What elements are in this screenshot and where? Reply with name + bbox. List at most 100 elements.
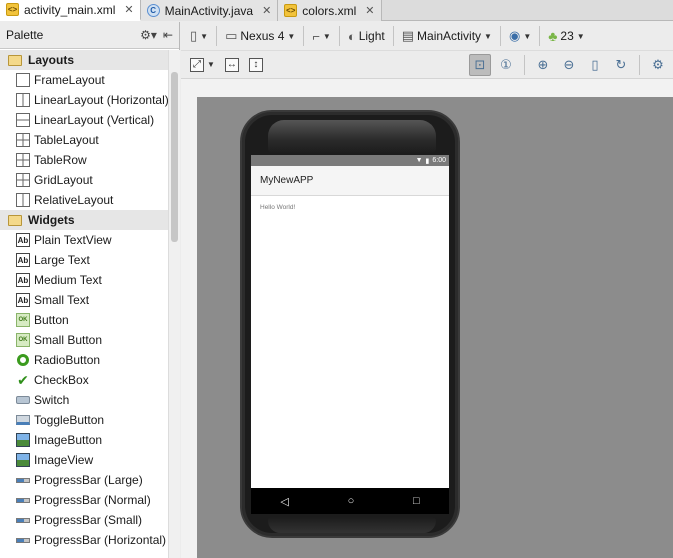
palette-item-linearlayout-horizontal[interactable]: LinearLayout (Horizontal) (0, 90, 168, 110)
item-label: ImageButton (34, 433, 103, 447)
wifi-icon: ▼ (415, 157, 423, 164)
tab-label: MainActivity.java (164, 3, 254, 18)
palette-item-togglebutton[interactable]: ToggleButton (0, 410, 168, 430)
palette-item-radiobutton[interactable]: RadioButton (0, 350, 168, 370)
item-label: Medium Text (34, 273, 102, 287)
text-view-icon: Ab (16, 253, 30, 267)
tab-mainactivity-java[interactable]: C MainActivity.java ✕ (140, 0, 279, 21)
item-label: FrameLayout (34, 73, 105, 87)
tab-activity-main-xml[interactable]: <> activity_main.xml ✕ (0, 0, 141, 21)
image-view-icon (16, 453, 30, 467)
theme-selector[interactable]: ◐ Light (343, 25, 390, 47)
palette-item-tablelayout[interactable]: TableLayout (0, 130, 168, 150)
grid-layout-icon (16, 173, 30, 187)
item-label: Small Text (34, 293, 90, 307)
group-label: Widgets (28, 213, 75, 227)
back-icon[interactable]: ◁ (280, 495, 288, 508)
gear-icon[interactable]: ⚙ (647, 54, 669, 76)
palette-item-switch[interactable]: Switch (0, 390, 168, 410)
expand-icon: ⤢ (190, 57, 204, 72)
fill-width-button[interactable]: ↔ (220, 54, 244, 76)
palette-panel: Palette ⚙▾ ⇤ Layouts FrameLayout LinearL… (0, 22, 180, 558)
item-label: CheckBox (34, 373, 89, 387)
item-label: RadioButton (34, 353, 101, 367)
palette-scrollbar[interactable] (168, 50, 180, 558)
chevron-down-icon: ▼ (523, 31, 532, 41)
close-icon[interactable]: ✕ (124, 3, 133, 16)
chevron-down-icon: ▼ (322, 31, 331, 41)
zoom-in-icon[interactable]: ⊕ (532, 54, 554, 76)
gear-icon[interactable]: ⚙▾ (140, 28, 157, 42)
zoom-out-icon[interactable]: ⊖ (558, 54, 580, 76)
table-layout-icon (16, 133, 30, 147)
palette-item-linearlayout-vertical[interactable]: LinearLayout (Vertical) (0, 110, 168, 130)
vertical-arrows-icon: ↕ (248, 57, 263, 72)
item-label: TableRow (34, 153, 87, 167)
progress-bar-icon (16, 493, 30, 507)
palette-item-plain-textview[interactable]: Ab Plain TextView (0, 230, 168, 250)
toggle-button-icon (16, 413, 30, 427)
editor-tab-bar: <> activity_main.xml ✕ C MainActivity.ja… (0, 0, 673, 21)
palette-item-progressbar-small[interactable]: ProgressBar (Small) (0, 510, 168, 530)
palette-item-progressbar-horizontal[interactable]: ProgressBar (Horizontal) (0, 530, 168, 550)
recents-icon[interactable]: □ (413, 495, 420, 507)
zoom-to-fit-icon[interactable]: ⊡ (469, 54, 491, 76)
palette-group-layouts[interactable]: Layouts (0, 50, 168, 70)
actual-size-icon[interactable]: ① (495, 54, 517, 76)
hello-world-textview[interactable]: Hello World! (251, 196, 449, 219)
hide-panel-icon[interactable]: ⇤ (163, 28, 173, 42)
screenshot-icon[interactable]: ▯ (584, 54, 606, 76)
palette-group-widgets[interactable]: Widgets (0, 210, 168, 230)
resize-selector[interactable]: ⤢ ▼ (185, 54, 220, 76)
group-label: Layouts (28, 53, 75, 67)
orientation-selector[interactable]: ⌐ ▼ (307, 25, 336, 47)
tab-colors-xml[interactable]: <> colors.xml ✕ (278, 0, 382, 21)
activity-selector[interactable]: ▤ MainActivity ▼ (397, 25, 497, 47)
xml-file-icon: <> (284, 4, 298, 17)
device-icon: ▭ (225, 28, 238, 43)
locale-selector[interactable]: ◉ ▼ (504, 25, 536, 47)
refresh-icon[interactable]: ↻ (610, 54, 632, 76)
layout-file-selector[interactable]: ▯ ▼ (185, 25, 213, 47)
chevron-down-icon: ▼ (207, 60, 215, 69)
palette-item-gridlayout[interactable]: GridLayout (0, 170, 168, 190)
palette-item-imagebutton[interactable]: ImageButton (0, 430, 168, 450)
canvas-toolbar: ⤢ ▼ ↔ ↕ ⊡ ① ⊕ ⊖ ▯ ↻ ⚙ (181, 51, 673, 79)
home-icon[interactable]: ○ (348, 495, 355, 507)
tab-label: activity_main.xml (24, 2, 116, 17)
palette-item-button[interactable]: OK Button (0, 310, 168, 330)
item-label: LinearLayout (Horizontal) (34, 93, 168, 107)
device-screen[interactable]: ▼ ▮ 6:00 MyNewAPP Hello World! (251, 155, 449, 488)
item-label: RelativeLayout (34, 193, 114, 207)
item-label: Large Text (34, 253, 90, 267)
item-label: ProgressBar (Horizontal) (34, 533, 167, 547)
canvas-ruler-left (181, 97, 197, 558)
palette-item-small-text[interactable]: Ab Small Text (0, 290, 168, 310)
close-icon[interactable]: ✕ (365, 4, 374, 17)
palette-scroll-thumb[interactable] (171, 72, 178, 242)
item-label: ProgressBar (Normal) (34, 493, 151, 507)
fill-height-button[interactable]: ↕ (244, 54, 268, 76)
device-label: Nexus 4 (240, 29, 285, 43)
rotate-device-icon: ⌐ (312, 28, 320, 44)
palette-item-framelayout[interactable]: FrameLayout (0, 70, 168, 90)
palette-item-progressbar-normal[interactable]: ProgressBar (Normal) (0, 490, 168, 510)
palette-item-imageview[interactable]: ImageView (0, 450, 168, 470)
palette-item-progressbar-large[interactable]: ProgressBar (Large) (0, 470, 168, 490)
device-frame: ▼ ▮ 6:00 MyNewAPP Hello World! ◁ ○ □ (240, 110, 460, 538)
palette-item-tablerow[interactable]: TableRow (0, 150, 168, 170)
palette-item-medium-text[interactable]: Ab Medium Text (0, 270, 168, 290)
chevron-down-icon: ▼ (484, 31, 492, 41)
api-level-selector[interactable]: ♣ 23 ▼ (543, 25, 589, 47)
item-label: Small Button (34, 333, 103, 347)
chevron-down-icon: ▼ (576, 31, 585, 41)
item-label: Button (34, 313, 69, 327)
palette-item-small-button[interactable]: OK Small Button (0, 330, 168, 350)
app-bar[interactable]: MyNewAPP (251, 166, 449, 196)
close-icon[interactable]: ✕ (262, 4, 271, 17)
palette-item-relativelayout[interactable]: RelativeLayout (0, 190, 168, 210)
palette-item-large-text[interactable]: Ab Large Text (0, 250, 168, 270)
device-selector[interactable]: ▭ Nexus 4 ▼ (220, 25, 300, 47)
palette-item-checkbox[interactable]: ✔ CheckBox (0, 370, 168, 390)
text-view-icon: Ab (16, 293, 30, 307)
